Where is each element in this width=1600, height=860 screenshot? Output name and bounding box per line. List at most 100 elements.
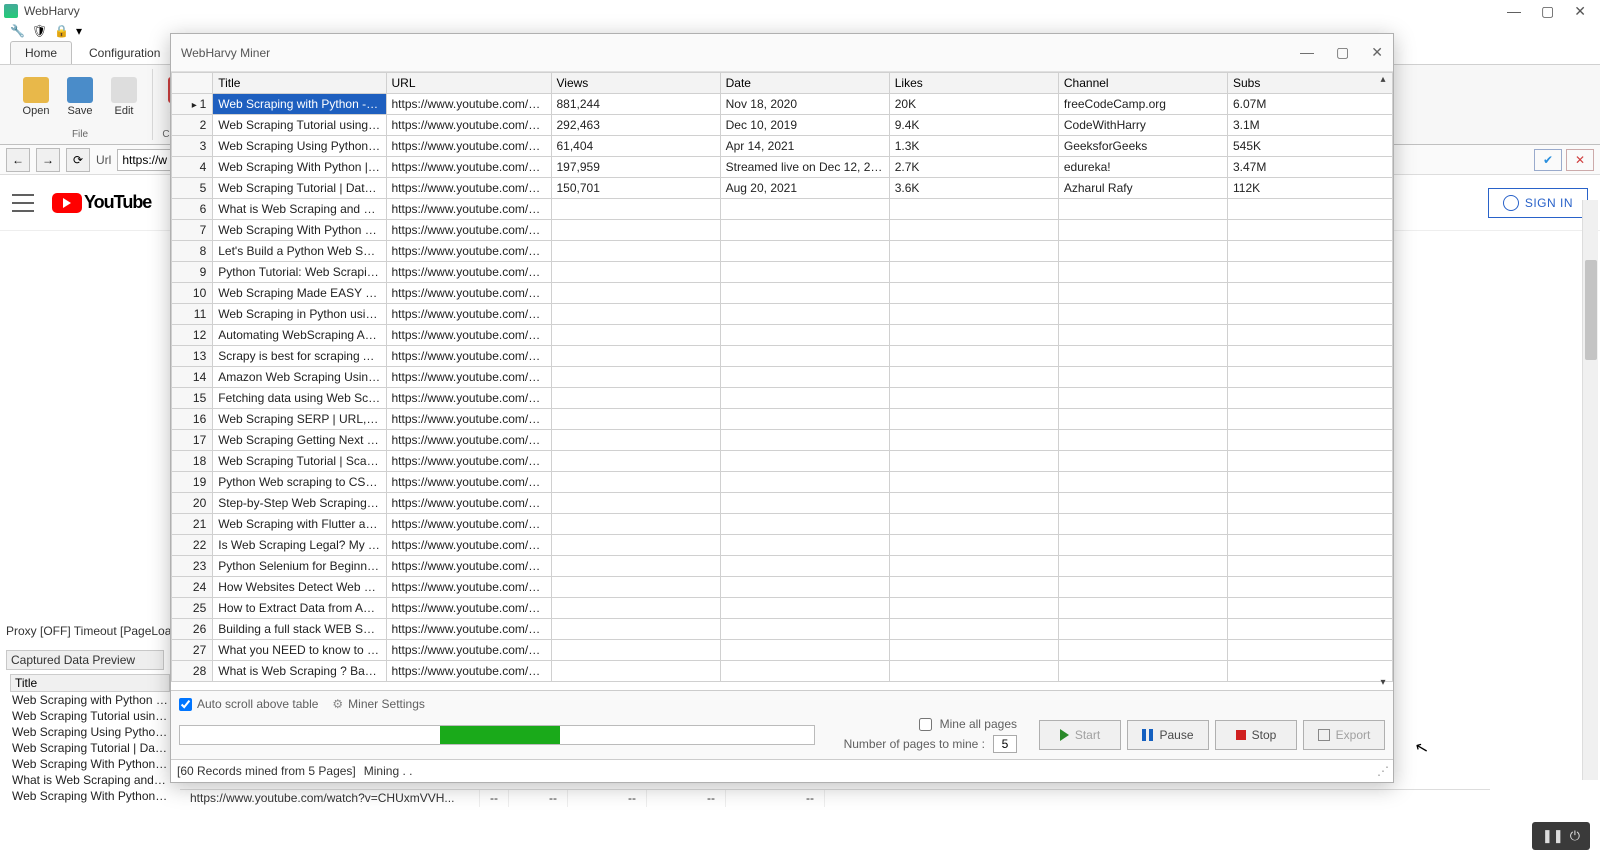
col-header[interactable]: Views: [551, 73, 720, 94]
page-scrollbar[interactable]: [1582, 200, 1598, 780]
table-row[interactable]: 14Amazon Web Scraping Using Py...https:/…: [172, 367, 1393, 388]
cell-subs: [1228, 388, 1393, 409]
cell-date: [720, 430, 889, 451]
table-row[interactable]: 11Web Scraping in Python using B...https…: [172, 304, 1393, 325]
table-row[interactable]: 21Web Scraping with Flutter and H...http…: [172, 514, 1393, 535]
list-item[interactable]: Web Scraping Tutorial | Data Scra: [10, 740, 170, 756]
table-row[interactable]: 16Web Scraping SERP | URL, Title...https…: [172, 409, 1393, 430]
window-close[interactable]: ✕: [1574, 3, 1586, 20]
edit-button[interactable]: Edit: [104, 69, 144, 124]
list-item[interactable]: Web Scraping with Python - Beaut: [10, 692, 170, 708]
table-row[interactable]: 10Web Scraping Made EASY With...https://…: [172, 283, 1393, 304]
progress-fill: [440, 726, 560, 744]
grid-scroll-down[interactable]: ▾: [1375, 677, 1391, 688]
list-item[interactable]: Web Scraping With Python | Pytho: [10, 756, 170, 772]
table-row[interactable]: 17Web Scraping Getting Next Pag...https:…: [172, 430, 1393, 451]
cell-subs: 545K: [1228, 136, 1393, 157]
preview-list: Title Web Scraping with Python - BeautWe…: [10, 674, 170, 804]
scrollbar-thumb[interactable]: [1585, 260, 1597, 360]
table-row[interactable]: 8Let's Build a Python Web Scrapi...https…: [172, 241, 1393, 262]
cell-likes: [889, 556, 1058, 577]
table-row[interactable]: 26Building a full stack WEB SCRA...https…: [172, 619, 1393, 640]
cell-subs: [1228, 556, 1393, 577]
url-confirm-button[interactable]: ✔: [1534, 149, 1562, 171]
table-row[interactable]: 4Web Scraping With Python | Pyt...https:…: [172, 157, 1393, 178]
row-number: 27: [172, 640, 213, 661]
hamburger-icon[interactable]: [12, 194, 34, 212]
resize-grip-icon[interactable]: ⋰: [1377, 764, 1387, 778]
qa-dropdown-icon[interactable]: ▾: [76, 24, 90, 38]
col-header[interactable]: Date: [720, 73, 889, 94]
list-item[interactable]: Web Scraping Tutorial using Pytho: [10, 708, 170, 724]
table-row[interactable]: 5Web Scraping Tutorial | Data Scr...http…: [172, 178, 1393, 199]
grid-scroll-up[interactable]: ▴: [1375, 74, 1391, 85]
mine-all-pages-checkbox[interactable]: Mine all pages: [844, 717, 1017, 731]
col-rownum[interactable]: [172, 73, 213, 94]
list-item[interactable]: Web Scraping Using Python | Gee: [10, 724, 170, 740]
cell-channel: [1058, 367, 1227, 388]
qa-lock-icon[interactable]: 🔒: [54, 24, 68, 38]
col-header[interactable]: Subs: [1228, 73, 1393, 94]
cell-date: [720, 199, 889, 220]
table-row[interactable]: 1Web Scraping with Python - Bea...https:…: [172, 94, 1393, 115]
window-maximize[interactable]: ▢: [1541, 3, 1554, 20]
table-row[interactable]: 13Scrapy is best for scraping ASPX...htt…: [172, 346, 1393, 367]
cell-title: Web Scraping With Python | Pyt...: [213, 157, 386, 178]
url-label: Url: [96, 153, 111, 167]
numpages-input[interactable]: [993, 735, 1017, 753]
table-row[interactable]: 27What you NEED to know to start...https…: [172, 640, 1393, 661]
col-header[interactable]: Channel: [1058, 73, 1227, 94]
sign-in-button[interactable]: SIGN IN: [1488, 188, 1588, 218]
miner-title-bar[interactable]: WebHarvy Miner — ▢ ✕: [171, 34, 1393, 72]
table-row[interactable]: 18Web Scraping Tutorial | Scape D...http…: [172, 451, 1393, 472]
youtube-play-icon: [52, 193, 82, 213]
forward-button[interactable]: →: [36, 148, 60, 172]
miner-close[interactable]: ✕: [1371, 44, 1383, 61]
youtube-logo[interactable]: YouTube: [52, 192, 151, 213]
table-row[interactable]: 7Web Scraping With Python 101https://www…: [172, 220, 1393, 241]
col-header[interactable]: URL: [386, 73, 551, 94]
list-item[interactable]: Web Scraping With Python 101: [10, 788, 170, 804]
tab-configuration[interactable]: Configuration: [74, 41, 175, 64]
back-button[interactable]: ←: [6, 148, 30, 172]
table-row[interactable]: 19Python Web scraping to CSV file|...htt…: [172, 472, 1393, 493]
col-header[interactable]: Likes: [889, 73, 1058, 94]
table-row[interactable]: 12Automating WebScraping Amazo...https:/…: [172, 325, 1393, 346]
col-header[interactable]: Title: [213, 73, 386, 94]
list-item[interactable]: What is Web Scraping and What is: [10, 772, 170, 788]
miner-maximize[interactable]: ▢: [1336, 44, 1349, 61]
table-row[interactable]: 6What is Web Scraping and Wha...https://…: [172, 199, 1393, 220]
url-cancel-button[interactable]: ✕: [1566, 149, 1594, 171]
table-row[interactable]: 2Web Scraping Tutorial using Pyt...https…: [172, 115, 1393, 136]
table-row[interactable]: 15Fetching data using Web Scrapi...https…: [172, 388, 1393, 409]
cell-date: [720, 598, 889, 619]
table-row[interactable]: 22Is Web Scraping Legal? My Tak...https:…: [172, 535, 1393, 556]
save-button[interactable]: Save: [60, 69, 100, 124]
rec-stop-icon[interactable]: ⏻: [1570, 828, 1580, 844]
miner-start-button: Start: [1039, 720, 1121, 750]
miner-settings-link[interactable]: ⚙Miner Settings: [332, 697, 424, 711]
cell-likes: [889, 661, 1058, 682]
qa-tool-icon[interactable]: 🔧: [10, 24, 24, 38]
reload-button[interactable]: ⟳: [66, 148, 90, 172]
table-row[interactable]: 23Python Selenium for Beginners – ...htt…: [172, 556, 1393, 577]
table-row[interactable]: 25How to Extract Data from ANY ...https:…: [172, 598, 1393, 619]
table-row[interactable]: 20Step-by-Step Web Scraping Tut...https:…: [172, 493, 1393, 514]
row-number: 1: [172, 94, 213, 115]
table-row[interactable]: 28What is Web Scraping ? Basic T...https…: [172, 661, 1393, 682]
cell-title: Python Selenium for Beginners – ...: [213, 556, 386, 577]
miner-stop-button[interactable]: Stop: [1215, 720, 1297, 750]
table-row[interactable]: 3Web Scraping Using Python | Ge...https:…: [172, 136, 1393, 157]
window-minimize[interactable]: —: [1507, 3, 1521, 20]
open-button[interactable]: Open: [16, 69, 56, 124]
tab-home[interactable]: Home: [10, 41, 72, 64]
table-row[interactable]: 24How Websites Detect Web Scra...https:/…: [172, 577, 1393, 598]
rec-pause-icon[interactable]: ❚❚: [1542, 828, 1564, 844]
miner-minimize[interactable]: —: [1300, 44, 1314, 61]
data-grid[interactable]: TitleURLViewsDateLikesChannelSubs 1Web S…: [171, 72, 1393, 682]
table-row[interactable]: 9Python Tutorial: Web Scraping w...https…: [172, 262, 1393, 283]
qa-shield-icon[interactable]: 🛡: [32, 24, 46, 38]
miner-pause-button[interactable]: Pause: [1127, 720, 1209, 750]
cell-date: [720, 346, 889, 367]
autoscroll-checkbox[interactable]: Auto scroll above table: [179, 697, 318, 711]
